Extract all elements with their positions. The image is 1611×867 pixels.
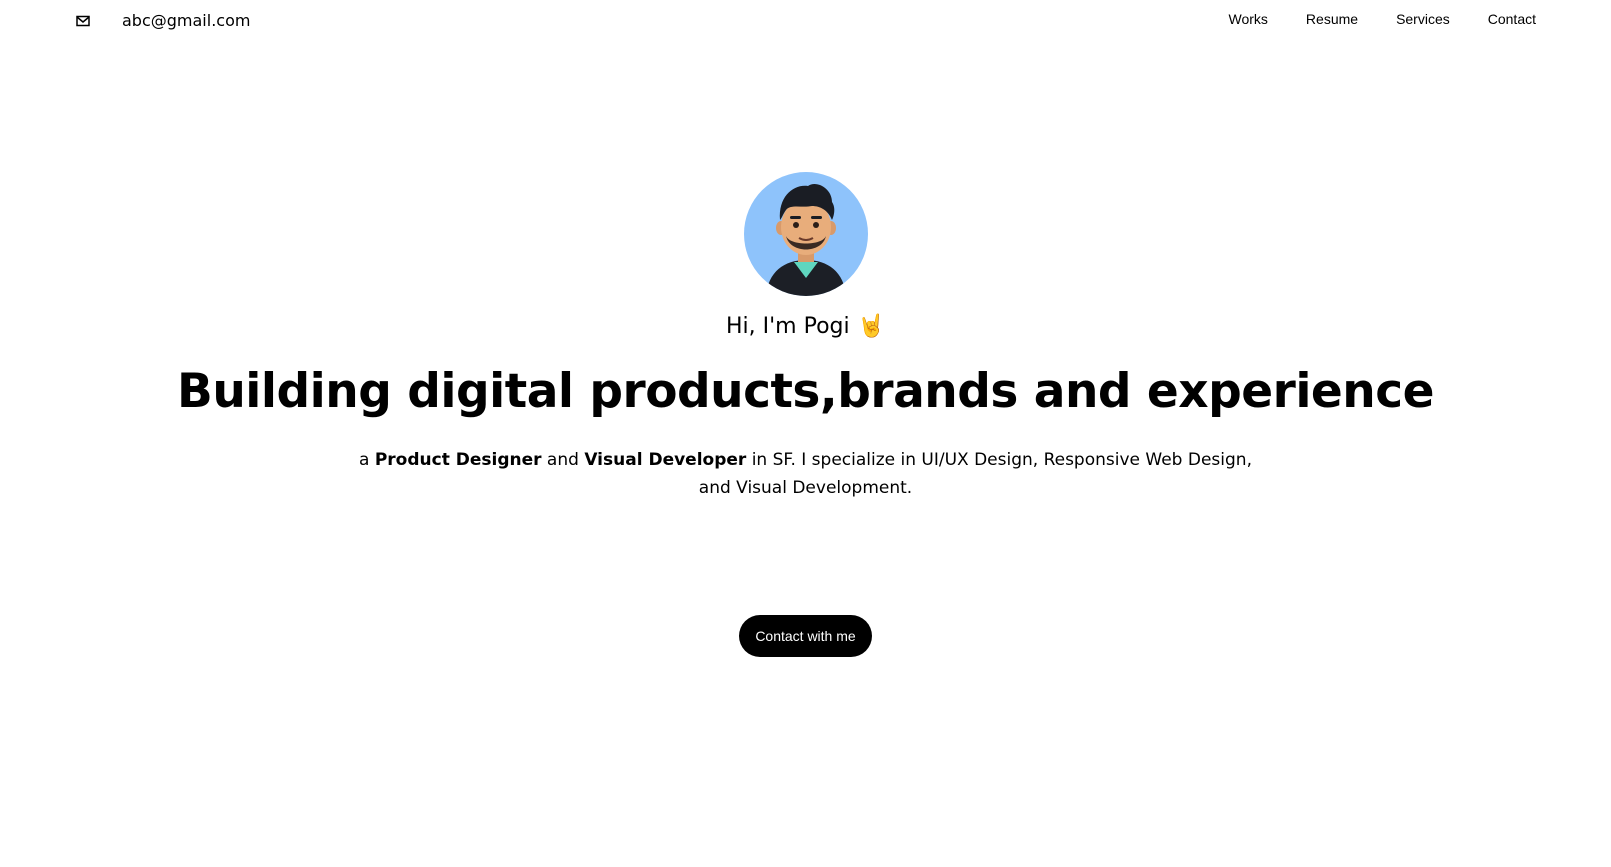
greeting: Hi, I'm Pogi 🤘 — [0, 312, 1611, 342]
cta-container: Contact with me — [0, 615, 1611, 657]
nav-resume[interactable]: Resume — [1306, 9, 1358, 29]
mail-icon — [76, 15, 90, 27]
rock-hand-icon: 🤘 — [857, 314, 886, 339]
nav-works[interactable]: Works — [1229, 9, 1268, 29]
nav-contact[interactable]: Contact — [1488, 9, 1536, 29]
intro-role-product-designer: Product Designer — [374, 450, 542, 470]
email-address[interactable]: abc@gmail.com — [122, 10, 250, 32]
intro-and: and — [541, 450, 585, 470]
intro-text: a Product Designer and Visual Developer … — [346, 446, 1266, 502]
hero-section: Hi, I'm Pogi 🤘 Building digital products,… — [0, 172, 1611, 502]
contact-button[interactable]: Contact with me — [739, 615, 872, 657]
page-title: Building digital products,brands and exp… — [177, 364, 1435, 419]
intro-suffix: in SF. I specialize in UI/UX Design, Res… — [698, 450, 1252, 498]
nav-services[interactable]: Services — [1396, 9, 1450, 29]
avatar — [743, 172, 868, 296]
greeting-text: Hi, I'm Pogi — [725, 314, 850, 339]
avatar-illustration — [765, 183, 846, 296]
main-nav: Works Resume Services Contact — [1191, 9, 1537, 29]
intro-role-visual-developer: Visual Developer — [584, 450, 747, 470]
intro-prefix: a — [359, 450, 375, 470]
site-header: abc@gmail.com Works Resume Services Cont… — [0, 0, 1611, 44]
